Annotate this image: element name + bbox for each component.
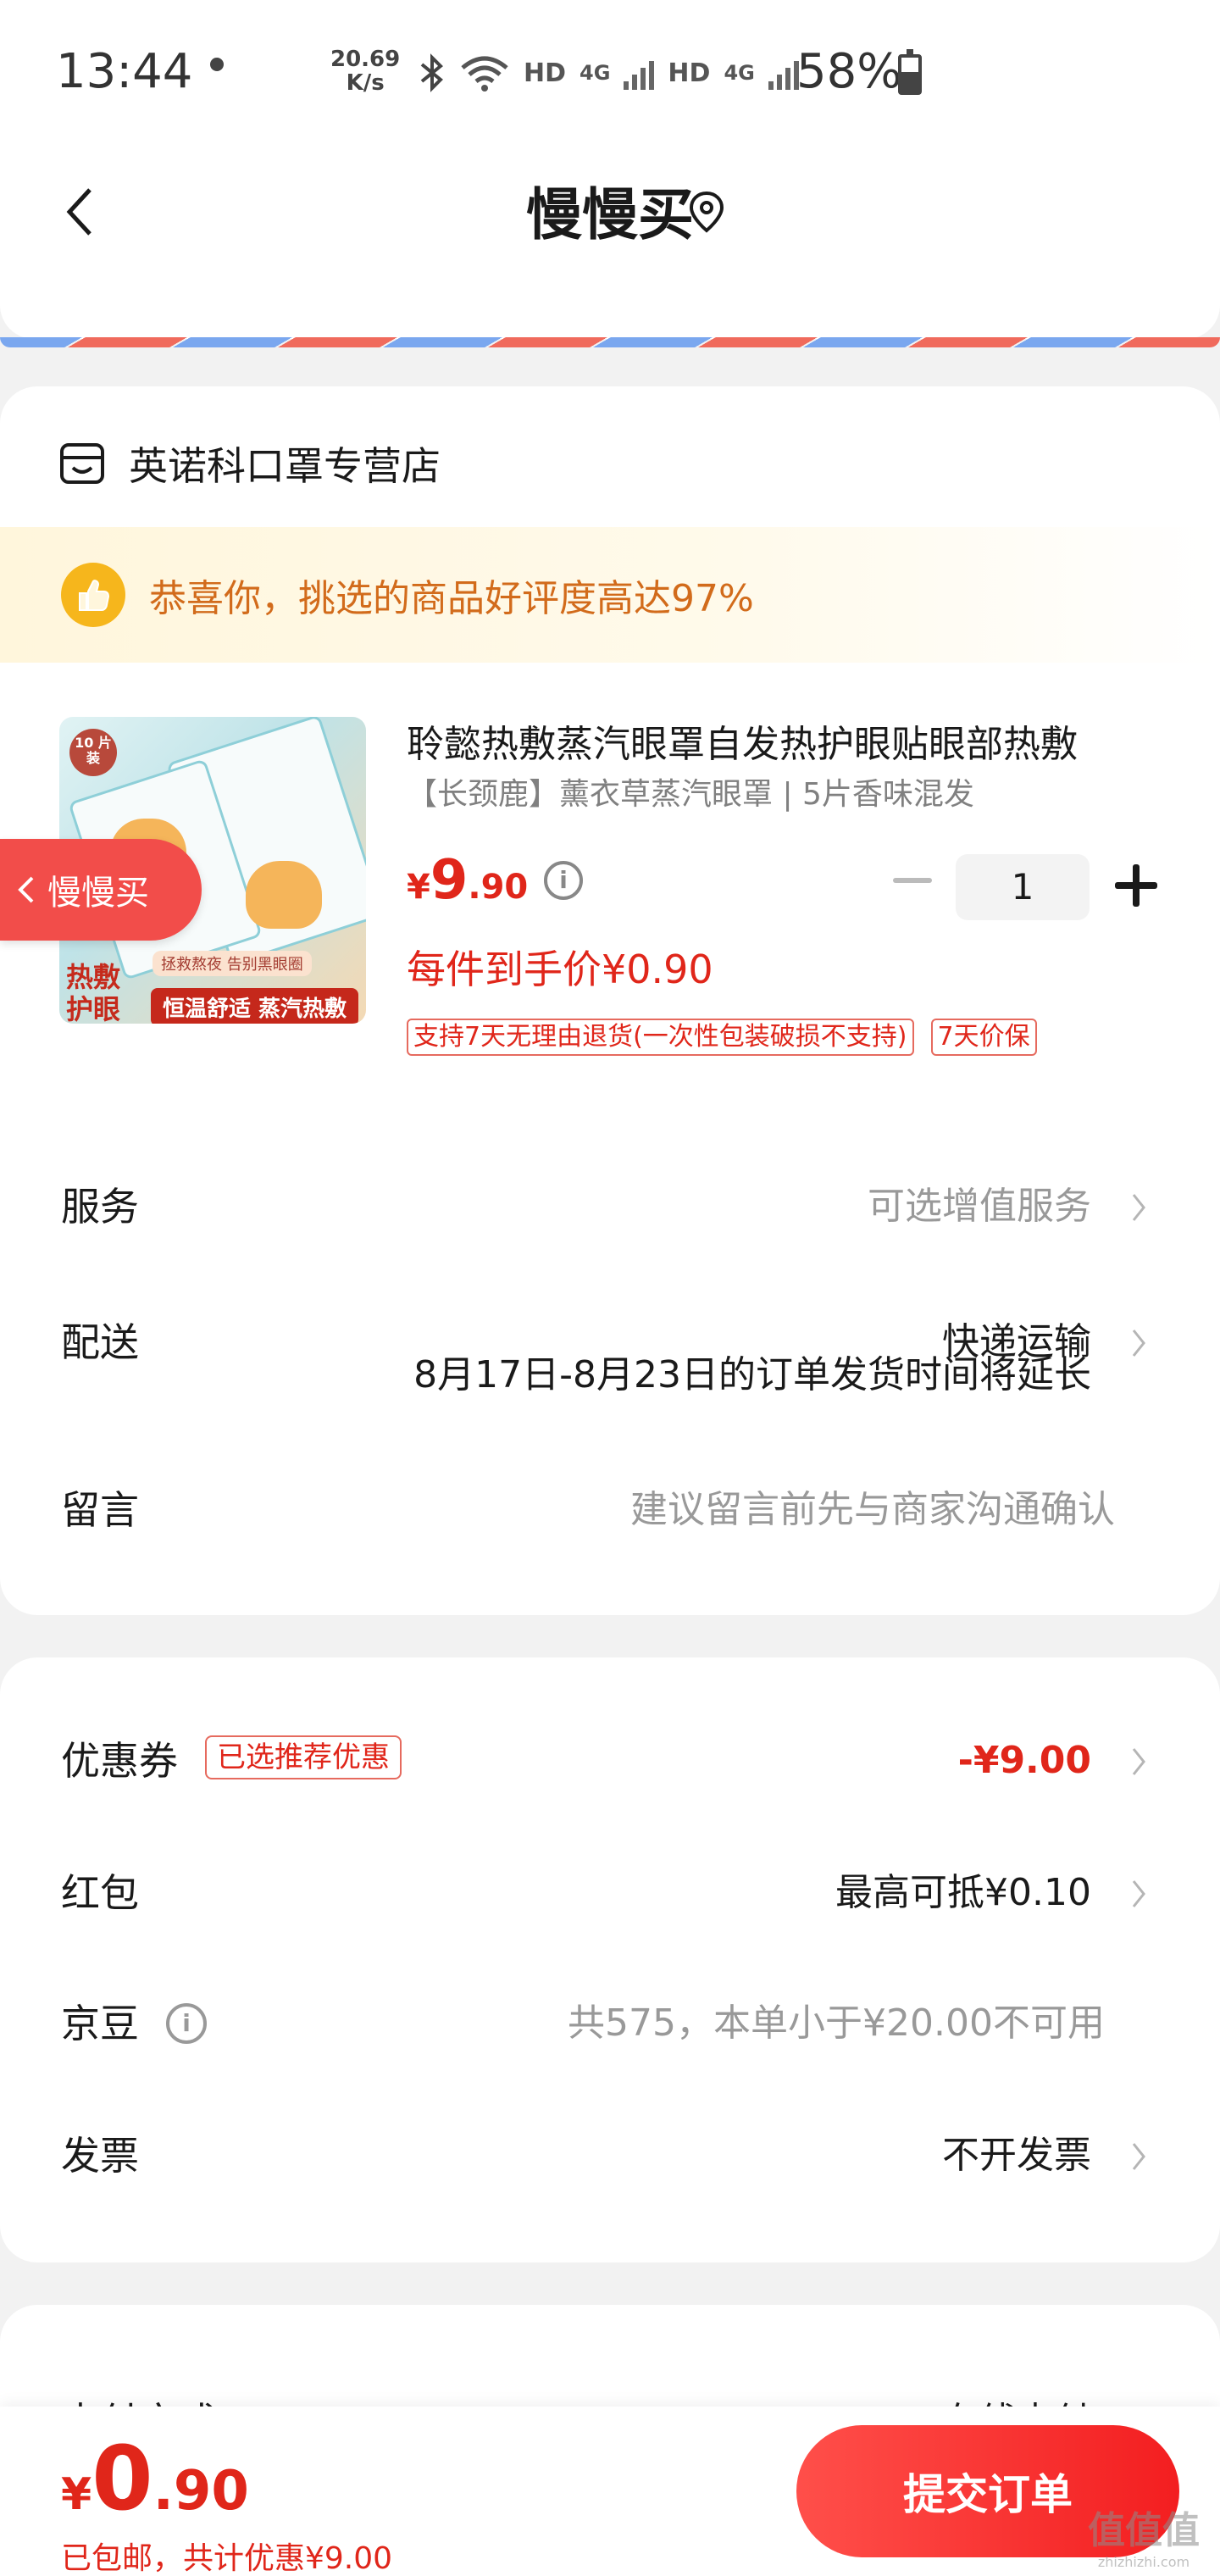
invoice-value: 不开发票 xyxy=(942,2134,1091,2177)
chevron-right-icon xyxy=(1132,1194,1145,1221)
status-icons: HD 4G HD 4G xyxy=(419,47,799,98)
price-symbol: ¥ xyxy=(407,868,430,907)
price-integer: 9 xyxy=(430,849,469,912)
watermark-sub: zhizhizhi.com xyxy=(1097,2554,1190,2570)
coupon-label: 优惠券 xyxy=(61,1738,178,1784)
product-price: ¥ 9 .90 xyxy=(407,849,528,912)
coupon-row[interactable]: 优惠券 已选推荐优惠 -¥9.00 xyxy=(0,1727,1220,1795)
total-note: 已包邮，共计优惠¥9.00 xyxy=(61,2541,393,2576)
network-speed-value: 20.69 xyxy=(330,47,401,72)
store-name: 英诺科口罩专营店 xyxy=(129,443,441,489)
price-info-icon[interactable]: i xyxy=(544,861,583,900)
battery-percent: 58% xyxy=(796,44,902,99)
invoice-row[interactable]: 发票 不开发票 xyxy=(0,2122,1220,2190)
delivery-label: 配送 xyxy=(61,1319,139,1365)
red-packet-row[interactable]: 红包 最高可抵¥0.10 xyxy=(0,1859,1220,1927)
page-title: 慢慢买 xyxy=(526,182,694,247)
chevron-right-icon xyxy=(1132,1330,1145,1357)
battery-icon xyxy=(898,49,922,95)
coupon-badge: 已选推荐优惠 xyxy=(205,1735,402,1779)
hd-label-2: HD xyxy=(668,58,711,88)
praise-text: 恭喜你，挑选的商品好评度高达97% xyxy=(149,577,754,620)
service-value: 可选增值服务 xyxy=(868,1185,1091,1228)
discount-card: 优惠券 已选推荐优惠 -¥9.00 红包 最高可抵¥0.10 京豆 i 共575… xyxy=(0,1657,1220,2262)
product-title[interactable]: 聆懿热敷蒸汽眼罩自发热护眼贴眼部热敷 xyxy=(407,713,1152,768)
jd-beans-label: 京豆 xyxy=(61,2001,139,2046)
price-decimal: .90 xyxy=(468,868,529,907)
floating-button-label: 慢慢买 xyxy=(47,874,149,913)
product-image-cat xyxy=(246,861,322,929)
wifi-icon xyxy=(461,56,508,92)
coupon-value: -¥9.00 xyxy=(957,1739,1091,1782)
airmail-border xyxy=(0,337,1220,347)
message-input[interactable]: 建议留言前先与商家沟通确认 xyxy=(630,1476,1115,1544)
watermark: 值值值 zhizhizhi.com xyxy=(1088,2500,1200,2570)
red-packet-label: 红包 xyxy=(61,1870,139,1916)
network-type-1: 4G xyxy=(580,61,611,85)
invoice-label: 发票 xyxy=(61,2133,139,2179)
store-icon xyxy=(60,443,104,484)
hd-label-1: HD xyxy=(524,58,567,88)
jd-beans-value: 共575，本单小于¥20.00不可用 xyxy=(568,2001,1105,2045)
jd-beans-info-icon[interactable]: i xyxy=(166,2003,207,2044)
total-integer: 0 xyxy=(92,2427,153,2530)
chevron-left-icon xyxy=(18,876,34,903)
service-label: 服务 xyxy=(61,1184,139,1230)
status-time: 13:44 xyxy=(56,44,193,99)
checkout-bar: ¥ 0 .90 已包邮，共计优惠¥9.00 提交订单 xyxy=(0,2407,1220,2576)
network-speed: 20.69 K/s xyxy=(330,47,400,95)
order-item-card: 英诺科口罩专营店 恭喜你，挑选的商品好评度高达97% 10 片装 拯救熬夜 告别… xyxy=(0,386,1220,1615)
signal-icon-2 xyxy=(768,56,799,90)
message-row[interactable]: 留言 建议留言前先与商家沟通确认 xyxy=(0,1476,1220,1544)
store-row[interactable]: 英诺科口罩专营店 xyxy=(59,436,441,491)
chevron-right-icon xyxy=(1132,2143,1145,2170)
message-label: 留言 xyxy=(61,1487,139,1533)
chevron-right-icon xyxy=(1132,1748,1145,1775)
product-image-caption-top: 拯救熬夜 告别黑眼圈 xyxy=(152,951,312,976)
jd-beans-row: 京豆 i 共575，本单小于¥20.00不可用 xyxy=(0,1990,1220,2057)
total-price: ¥ 0 .90 xyxy=(61,2427,249,2530)
location-pin-icon[interactable] xyxy=(688,190,725,234)
product-tags: 支持7天无理由退货(一次性包装破损不支持) 7天价保 xyxy=(407,1019,1037,1056)
product-image-caption-left: 热敷护眼 xyxy=(66,961,121,1024)
quantity-decrease-button[interactable] xyxy=(893,878,932,883)
network-speed-unit: K/s xyxy=(346,70,385,96)
total-symbol: ¥ xyxy=(61,2469,92,2520)
product-spec[interactable]: 【长颈鹿】薰衣草蒸汽眼罩 | 5片香味混发 xyxy=(407,769,974,813)
chevron-right-icon xyxy=(1132,1880,1145,1907)
manmanmai-floating-button[interactable]: 慢慢买 xyxy=(0,839,202,941)
status-bar: 13:44 20.69 K/s HD 4G HD 4G 58% xyxy=(0,0,1220,144)
quantity-increase-button[interactable] xyxy=(1115,864,1157,907)
battery-level xyxy=(901,71,918,92)
notification-dot-icon xyxy=(210,58,224,71)
unit-price: 每件到手价¥0.90 xyxy=(407,947,713,992)
watermark-text: 值值值 xyxy=(1088,2509,1200,2552)
network-type-2: 4G xyxy=(724,61,755,85)
quantity-input[interactable]: 1 xyxy=(956,854,1090,920)
signal-icon-1 xyxy=(624,56,655,90)
praise-banner: 恭喜你，挑选的商品好评度高达97% xyxy=(0,527,1220,663)
header: 慢慢买 xyxy=(0,144,1220,347)
total-decimal: .90 xyxy=(152,2460,249,2523)
product-image-caption-bottom: 恒温舒适 蒸汽热敷 xyxy=(151,988,359,1024)
thumbs-up-icon xyxy=(61,563,125,627)
service-row[interactable]: 服务 可选增值服务 xyxy=(0,1173,1220,1241)
product-image-badge: 10 片装 xyxy=(69,729,117,776)
price-protect-tag: 7天价保 xyxy=(930,1019,1037,1056)
red-packet-value: 最高可抵¥0.10 xyxy=(835,1871,1091,1914)
delivery-note: 8月17日-8月23日的订单发货时间将延长 xyxy=(413,1353,1091,1396)
bluetooth-icon xyxy=(420,53,443,92)
return-policy-tag: 支持7天无理由退货(一次性包装破损不支持) xyxy=(407,1019,914,1056)
